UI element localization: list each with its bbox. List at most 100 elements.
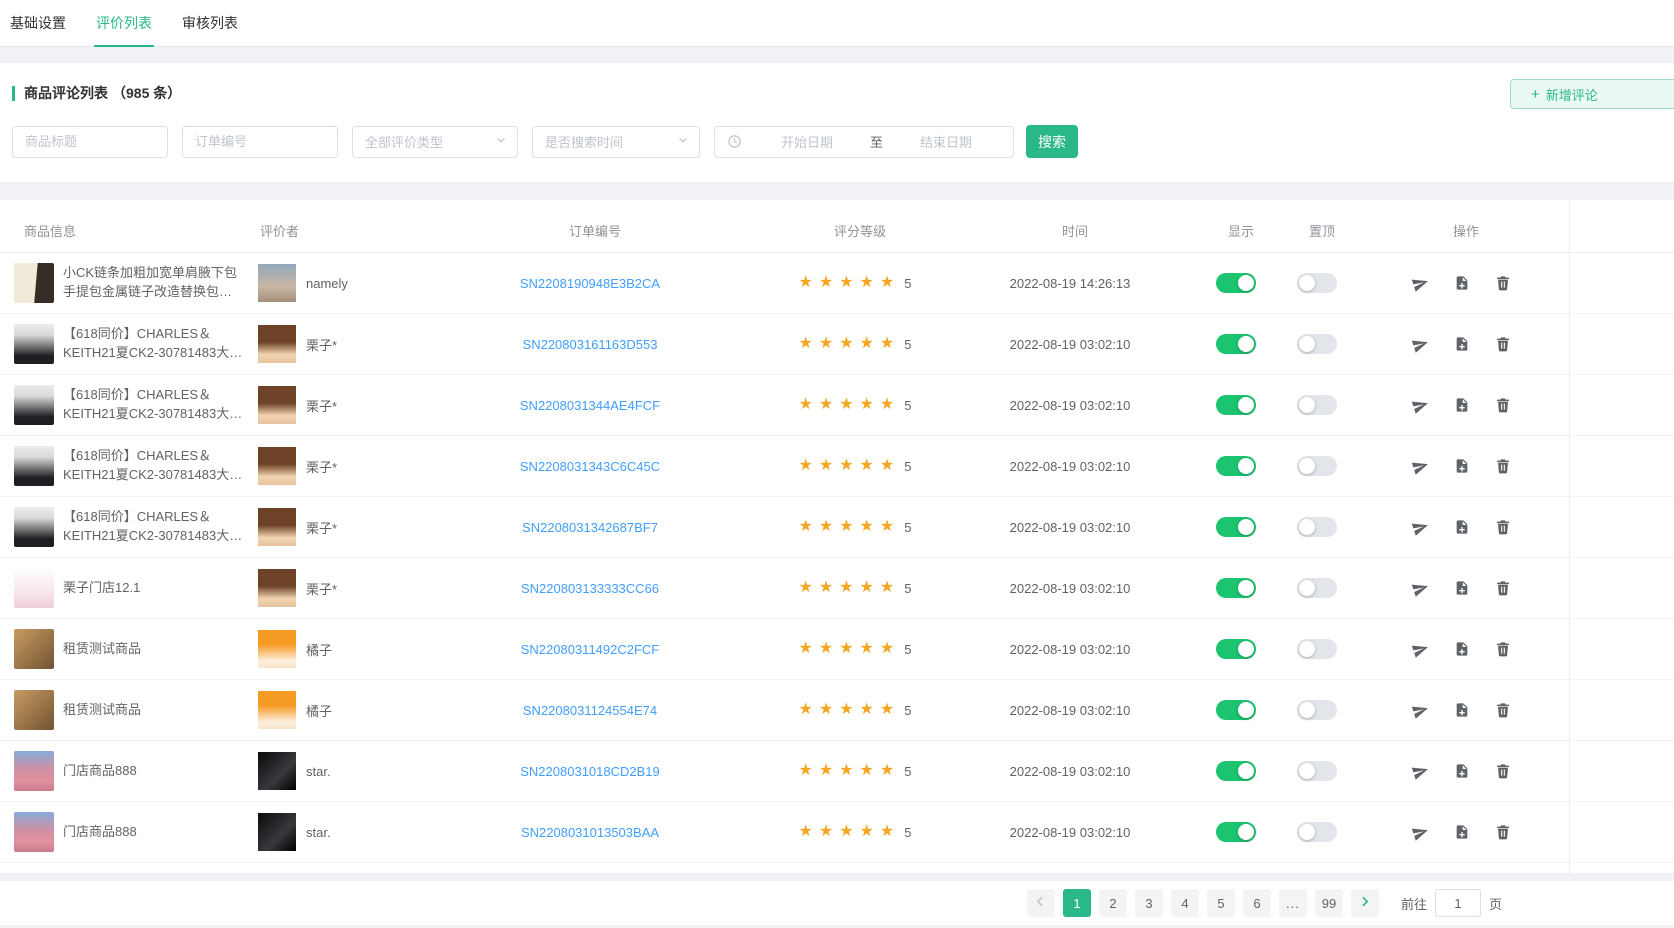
- star-rating: ★★★★★: [799, 702, 901, 718]
- send-icon[interactable]: [1412, 275, 1429, 292]
- review-type-select[interactable]: 全部评价类型: [352, 126, 518, 158]
- review-table: 商品信息 评价者 订单编号 评分等级 时间 显示 置顶 操作 小CK链条加粗加宽…: [0, 200, 1674, 873]
- page-number-button[interactable]: 2: [1099, 889, 1127, 917]
- next-page-button[interactable]: [1351, 889, 1379, 917]
- page-number-button[interactable]: 6: [1243, 889, 1271, 917]
- show-toggle[interactable]: [1216, 578, 1256, 598]
- document-add-icon[interactable]: [1454, 763, 1470, 780]
- order-number-link[interactable]: SN220803133333CC66: [521, 581, 659, 596]
- tab-basic-settings[interactable]: 基础设置: [8, 13, 68, 46]
- document-add-icon[interactable]: [1454, 336, 1470, 353]
- page-number-button[interactable]: ...: [1279, 889, 1307, 917]
- show-toggle[interactable]: [1216, 761, 1256, 781]
- order-number-link[interactable]: SN22080311492C2FCF: [521, 642, 660, 657]
- show-toggle[interactable]: [1216, 273, 1256, 293]
- rating-value: 5: [904, 764, 911, 779]
- trash-icon[interactable]: [1495, 824, 1511, 841]
- trash-icon[interactable]: [1495, 702, 1511, 719]
- order-number-input[interactable]: [182, 126, 338, 158]
- product-image: [14, 507, 54, 547]
- document-add-icon[interactable]: [1454, 275, 1470, 292]
- order-number-link[interactable]: SN2208031013503BAA: [521, 825, 659, 840]
- product-title-input[interactable]: [12, 126, 168, 158]
- show-toggle[interactable]: [1216, 700, 1256, 720]
- end-date-placeholder[interactable]: 结束日期: [889, 132, 1003, 151]
- trash-icon[interactable]: [1495, 519, 1511, 536]
- top-toggle[interactable]: [1297, 395, 1337, 415]
- send-icon[interactable]: [1412, 641, 1429, 658]
- order-number-link[interactable]: SN2208031124554E74: [523, 703, 657, 718]
- trash-icon[interactable]: [1495, 763, 1511, 780]
- send-icon[interactable]: [1412, 458, 1429, 475]
- start-date-placeholder[interactable]: 开始日期: [750, 132, 864, 151]
- document-add-icon[interactable]: [1454, 702, 1470, 719]
- page-number-button[interactable]: 3: [1135, 889, 1163, 917]
- document-add-icon[interactable]: [1454, 580, 1470, 597]
- send-icon[interactable]: [1412, 763, 1429, 780]
- review-time: 2022-08-19 03:02:10: [1010, 825, 1131, 840]
- send-icon[interactable]: [1412, 702, 1429, 719]
- top-toggle[interactable]: [1297, 761, 1337, 781]
- top-toggle[interactable]: [1297, 700, 1337, 720]
- page-number-list: 123456... 99: [1059, 889, 1347, 917]
- time-search-select[interactable]: 是否搜索时间: [532, 126, 700, 158]
- col-rating: 评分等级: [760, 221, 950, 240]
- top-toggle[interactable]: [1297, 273, 1337, 293]
- add-review-button[interactable]: + 新增评论: [1510, 79, 1674, 109]
- trash-icon[interactable]: [1495, 641, 1511, 658]
- send-icon[interactable]: [1412, 519, 1429, 536]
- show-toggle[interactable]: [1216, 395, 1256, 415]
- trash-icon[interactable]: [1495, 458, 1511, 475]
- rating-value: 5: [904, 398, 911, 413]
- top-toggle[interactable]: [1297, 334, 1337, 354]
- top-toggle[interactable]: [1297, 822, 1337, 842]
- send-icon[interactable]: [1412, 824, 1429, 841]
- page-number-button[interactable]: 99: [1315, 889, 1343, 917]
- table-header: 商品信息 评价者 订单编号 评分等级 时间 显示 置顶 操作: [0, 208, 1674, 253]
- order-number-link[interactable]: SN2208031018CD2B19: [520, 764, 660, 779]
- page-number-button[interactable]: 5: [1207, 889, 1235, 917]
- show-toggle[interactable]: [1216, 456, 1256, 476]
- review-time: 2022-08-19 03:02:10: [1010, 581, 1131, 596]
- reviewer-avatar: [258, 691, 296, 729]
- tab-audit-list[interactable]: 审核列表: [180, 13, 240, 46]
- search-button[interactable]: 搜索: [1026, 125, 1078, 158]
- page-number-button[interactable]: 4: [1171, 889, 1199, 917]
- tab-review-list[interactable]: 评价列表: [94, 13, 154, 46]
- trash-icon[interactable]: [1495, 580, 1511, 597]
- document-add-icon[interactable]: [1454, 458, 1470, 475]
- document-add-icon[interactable]: [1454, 397, 1470, 414]
- trash-icon[interactable]: [1495, 336, 1511, 353]
- document-add-icon[interactable]: [1454, 641, 1470, 658]
- page-number-button[interactable]: 1: [1063, 889, 1091, 917]
- goto-page-input[interactable]: [1435, 889, 1481, 917]
- trash-icon[interactable]: [1495, 275, 1511, 292]
- show-toggle[interactable]: [1216, 822, 1256, 842]
- top-toggle[interactable]: [1297, 639, 1337, 659]
- prev-page-button[interactable]: [1027, 889, 1055, 917]
- top-toggle[interactable]: [1297, 578, 1337, 598]
- date-range-picker[interactable]: 开始日期 至 结束日期: [714, 126, 1014, 158]
- table-row: 租赁测试商品 橘子 SN22080311492C2FCF ★★★★★ 5 202…: [0, 619, 1674, 680]
- reviewer-name: 栗子*: [306, 518, 337, 537]
- show-toggle[interactable]: [1216, 334, 1256, 354]
- order-number-link[interactable]: SN2208031342687BF7: [522, 520, 658, 535]
- send-icon[interactable]: [1412, 336, 1429, 353]
- show-toggle[interactable]: [1216, 517, 1256, 537]
- rating-value: 5: [904, 337, 911, 352]
- order-number-link[interactable]: SN2208031343C6C45C: [520, 459, 660, 474]
- send-icon[interactable]: [1412, 397, 1429, 414]
- table-row: 门店商品888 star. SN2208031013503BAA ★★★★★ 5…: [0, 802, 1674, 863]
- order-number-link[interactable]: SN220803161163D553: [523, 337, 658, 352]
- document-add-icon[interactable]: [1454, 824, 1470, 841]
- order-number-link[interactable]: SN2208190948E3B2CA: [520, 276, 660, 291]
- top-toggle[interactable]: [1297, 456, 1337, 476]
- top-toggle[interactable]: [1297, 517, 1337, 537]
- order-number-link[interactable]: SN2208031344AE4FCF: [520, 398, 660, 413]
- show-toggle[interactable]: [1216, 639, 1256, 659]
- reviewer-avatar: [258, 569, 296, 607]
- col-actions: 操作: [1352, 221, 1570, 240]
- send-icon[interactable]: [1412, 580, 1429, 597]
- trash-icon[interactable]: [1495, 397, 1511, 414]
- document-add-icon[interactable]: [1454, 519, 1470, 536]
